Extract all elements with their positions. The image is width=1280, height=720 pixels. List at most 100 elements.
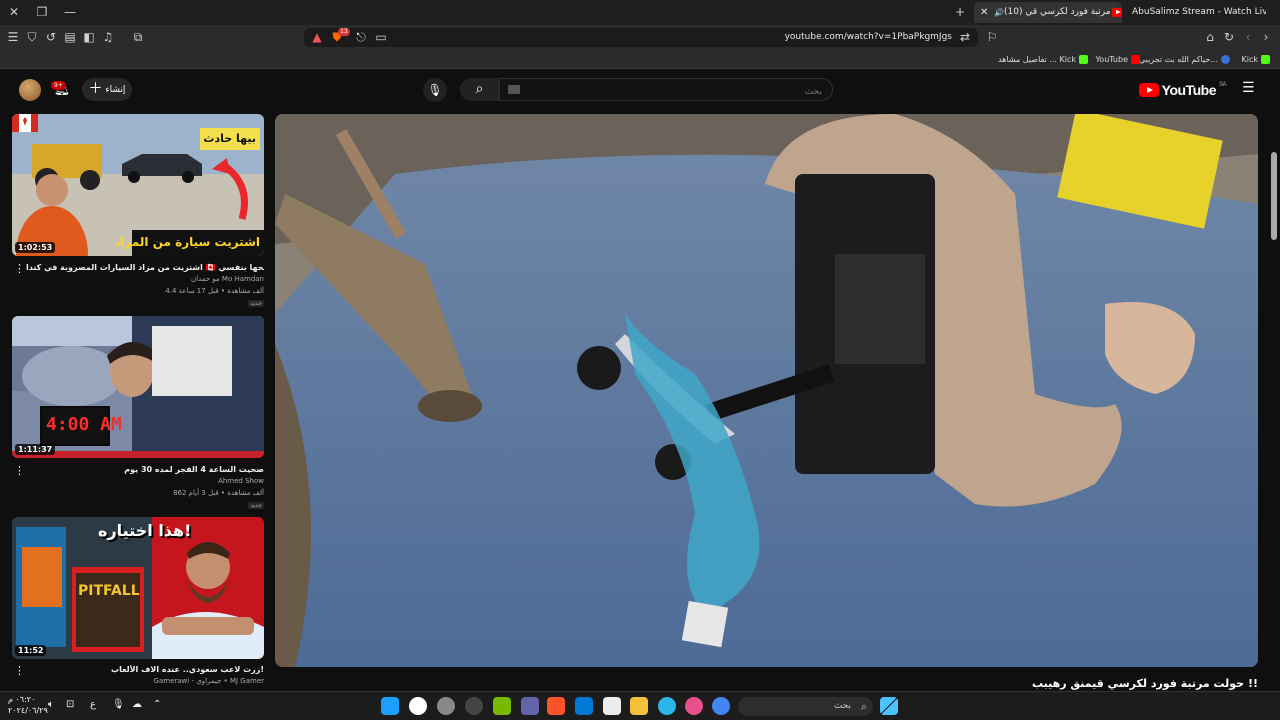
tab-youtube-video[interactable]: ✕ 🔊 (10) حولت مرتبة فورد لكرسي قي [974, 2, 1122, 23]
settings-icon[interactable] [465, 697, 483, 715]
youtube-favicon-icon [1112, 8, 1122, 17]
bookmark-label: تفاصيل مشاهد ... Kick [997, 55, 1076, 64]
video-duration: 1:02:53 [15, 242, 56, 253]
thumbnail-caption: اشتريت سيارة من المزاد [114, 235, 260, 249]
video-title[interactable]: اشتريت من مزاد السيارات المصروبة في كندا… [26, 263, 264, 272]
music-icon[interactable]: ♫ [101, 30, 115, 44]
video-meta: 862 ألف مشاهدة • قبل 3 أيام [173, 489, 264, 497]
search-input[interactable] [500, 81, 832, 103]
screenshot-icon[interactable]: ⧉ [131, 30, 145, 44]
video-duration: 1:11:37 [15, 444, 56, 455]
browser-toolbar: ☰ ⛉ ↺ ▤ ◧ ♫ ⧉ ▲ ⛊ 13 ⎋ ▭ youtube.com/wat… [0, 25, 1280, 50]
rewards-icon[interactable]: ▲ [310, 30, 324, 44]
suggested-video-card[interactable]: هذا اختياره! PITFALL 11:52 ⋮ زرت لاعب سع… [12, 517, 264, 689]
new-badge: جديد [248, 502, 264, 509]
thumbnail-image [12, 316, 264, 458]
minimize-window-icon[interactable]: — [62, 4, 78, 20]
history-icon[interactable]: ↺ [44, 30, 58, 44]
thumbnail-caption: هذا اختياره! [98, 521, 192, 540]
youtube-logo[interactable]: YouTube SA [1138, 81, 1227, 99]
search-button[interactable]: ⌕ [460, 78, 499, 101]
video-channel[interactable]: Gamerawi - جيمراوي • MJ Gamer [154, 677, 264, 685]
channel-subname: مو حمدان [190, 275, 220, 283]
copilot-icon[interactable] [685, 697, 703, 715]
more-options-icon[interactable]: ⋮ [14, 464, 25, 477]
bookmark-kick-details[interactable]: تفاصيل مشاهد ... Kick [998, 53, 1088, 66]
taskbar-search[interactable]: بحث ⌕ [738, 697, 873, 716]
bookmark-welcome[interactable]: حياكم الله بث تجريبي... [1139, 53, 1230, 66]
bookmarks-bar: Kick حياكم الله بث تجريبي... YouTube تفا… [0, 50, 1280, 69]
scrollbar-thumb[interactable] [1271, 152, 1277, 240]
nvidia-icon[interactable] [493, 697, 511, 715]
video-meta: 4.4 ألف مشاهدة • قبل 17 ساعة [165, 287, 264, 295]
video-thumbnail[interactable]: بيها حادث اشتريت سيارة من المزاد 1:02:53 [12, 114, 264, 256]
thumbnail-caption: بيها حادث [203, 132, 256, 145]
tab-label: (10) حولت مرتبة فورد لكرسي قي [1004, 7, 1114, 17]
network-icon[interactable]: ⊡ [66, 699, 74, 710]
chrome-icon[interactable] [712, 697, 730, 715]
url-text: youtube.com/watch?v=1PbaPkgmJgs [784, 32, 952, 42]
address-bar[interactable]: ▲ ⛊ 13 ⎋ ▭ youtube.com/watch?v=1PbaPkgmJ… [304, 28, 978, 47]
voice-search-icon[interactable]: 🎙︎ [423, 78, 447, 102]
system-clock[interactable]: ٠٦:٢٠ م ٢٠٢٤/٠٦/٢٩ [8, 694, 48, 716]
restore-window-icon[interactable]: ❐ [34, 4, 50, 20]
app-icon[interactable] [409, 697, 427, 715]
video-title[interactable]: صحيت الساعة 4 الفجر لمده 30 يوم [26, 465, 264, 474]
sidebar-icon[interactable]: ◧ [82, 30, 96, 44]
browser-tab-bar: ✕ ❐ — + ✕ 🔊 (10) حولت مرتبة فورد لكرسي ق… [0, 0, 1280, 25]
windows-start-icon[interactable] [880, 697, 898, 715]
brave-browser-icon[interactable] [547, 697, 565, 715]
back-icon[interactable]: ‹ [1241, 30, 1255, 44]
teams-icon[interactable] [521, 697, 539, 715]
share-icon[interactable]: ⎋ [354, 30, 368, 44]
video-thumbnail[interactable]: هذا اختياره! PITFALL 11:52 [12, 517, 264, 659]
video-thumbnail[interactable]: 4:00 AM 1:11:37 [12, 316, 264, 458]
file-explorer-icon[interactable] [630, 697, 648, 715]
steam-icon[interactable] [381, 697, 399, 715]
close-tab-icon[interactable]: ✕ [980, 2, 988, 23]
more-options-icon[interactable]: ⋮ [14, 664, 25, 677]
home-icon[interactable]: ⌂ [1203, 30, 1217, 44]
reload-icon[interactable]: ↻ [1222, 30, 1236, 44]
edge-icon[interactable] [658, 697, 676, 715]
tab-kick-stream[interactable]: AbuSalimz Stream - Watch Live on Ki [1128, 2, 1274, 23]
reader-icon[interactable]: ▤ [63, 30, 77, 44]
page-scrollbar[interactable] [1268, 70, 1280, 690]
new-tab-icon[interactable]: + [952, 4, 968, 20]
more-options-icon[interactable]: ⋮ [14, 262, 25, 275]
create-button[interactable]: ＋ إنشاء [82, 78, 132, 101]
video-title[interactable]: زرت لاعب سعودي.. عنده الاف الألعاب! [26, 665, 264, 674]
tray-overflow-icon[interactable]: ⌃ [153, 699, 161, 710]
suggested-video-card[interactable]: بيها حادث اشتريت سيارة من المزاد 1:02:53… [12, 114, 264, 314]
microphone-icon[interactable]: 🎙︎ [112, 699, 125, 710]
video-player[interactable] [275, 114, 1258, 667]
close-window-icon[interactable]: ✕ [6, 4, 22, 20]
search-box[interactable] [499, 78, 833, 103]
guide-menu-icon[interactable]: ☰ [1242, 81, 1256, 95]
obs-icon[interactable] [437, 697, 455, 715]
store-icon[interactable] [603, 697, 621, 715]
clock-date: ٢٠٢٤/٠٦/٢٩ [8, 706, 48, 715]
bookmark-kick[interactable]: Kick [1242, 53, 1270, 66]
cloud-icon[interactable]: ☁ [132, 699, 142, 710]
speaker-icon[interactable]: 🔈︎ [48, 699, 54, 710]
bookmark-icon[interactable]: ⚐ [985, 30, 999, 44]
video-channel[interactable]: Ahmed Show [218, 477, 264, 485]
bookmark-label: حياكم الله بث تجريبي... [1139, 55, 1218, 64]
mail-icon[interactable] [575, 697, 593, 715]
mute-tab-icon[interactable]: 🔊 [994, 2, 1004, 23]
shield-icon[interactable]: ⛉ [25, 30, 39, 44]
bookmark-icon [1221, 55, 1230, 64]
keyboard-icon[interactable] [508, 85, 520, 94]
reader-mode-icon[interactable]: ▭ [374, 30, 388, 44]
bookmark-youtube[interactable]: YouTube [1095, 53, 1140, 66]
site-settings-icon[interactable]: ⇄ [958, 30, 972, 44]
forward-icon[interactable]: › [1259, 30, 1273, 44]
avatar[interactable] [19, 79, 41, 101]
bookmark-label: YouTube [1095, 55, 1128, 64]
country-code: SA [1218, 82, 1227, 88]
language-indicator[interactable]: ع [90, 699, 96, 710]
suggested-video-card[interactable]: 4:00 AM 1:11:37 ⋮ صحيت الساعة 4 الفجر لم… [12, 316, 264, 516]
video-channel[interactable]: مو حمدان Mo Hamdan [191, 275, 264, 283]
hamburger-menu-icon[interactable]: ☰ [6, 30, 20, 44]
